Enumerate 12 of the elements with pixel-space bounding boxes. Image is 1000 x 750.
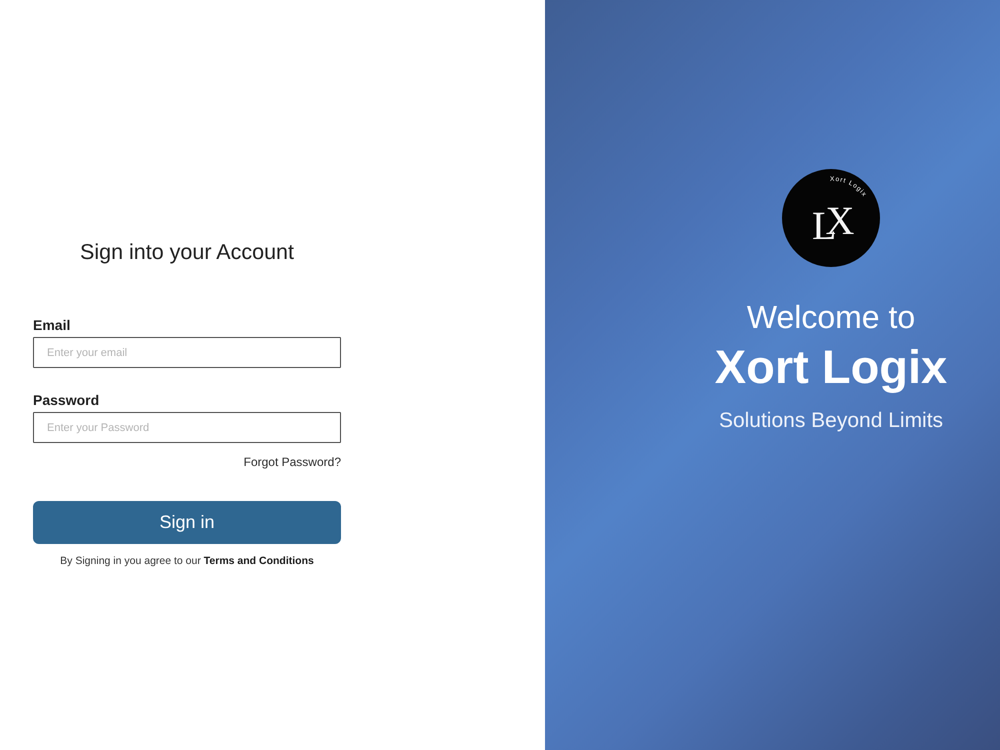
- field-label: Email: [33, 316, 72, 334]
- tagline: Solutions Beyond Limits: [718, 408, 944, 434]
- forgot-password-link[interactable]: Forgot Password?: [244, 454, 341, 470]
- password-field[interactable]: Enter your Password: [33, 412, 341, 443]
- form-title: Sign into your Account: [79, 239, 295, 266]
- company-name: Xort Logix: [714, 340, 948, 394]
- terms-link[interactable]: Terms and Conditions: [204, 555, 314, 567]
- field-label: Password: [33, 391, 100, 409]
- email-field[interactable]: Enter your email: [33, 337, 341, 368]
- sign-in-button[interactable]: Sign in: [33, 501, 341, 544]
- welcome-heading: Welcome to: [746, 298, 916, 336]
- terms-text: By Signing in you agree to our Terms and Conditions: [59, 554, 315, 568]
